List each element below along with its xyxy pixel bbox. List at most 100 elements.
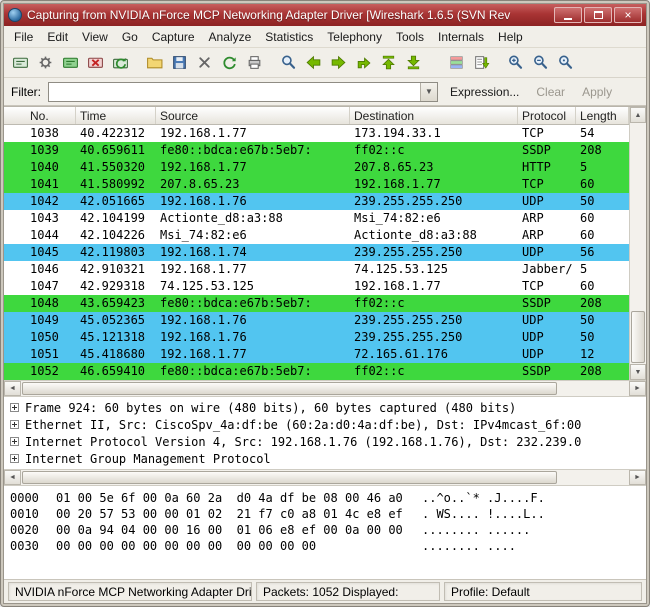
go-to-top-button[interactable]	[377, 51, 400, 74]
menu-item-internals[interactable]: Internals	[431, 27, 491, 47]
zoom-out-icon	[534, 55, 548, 69]
go-forward-button[interactable]	[327, 51, 350, 74]
vertical-scrollbar[interactable]: ▲ ▼	[629, 107, 646, 380]
packet-row-1046[interactable]: 1046 42.910321 192.168.1.77 74.125.53.125 Ja…	[4, 261, 629, 278]
hex-ascii: ..^o..`* .J....F.	[422, 491, 545, 505]
cell-source: Actionte_d8:a3:88	[160, 211, 283, 225]
hscroll-track[interactable]	[21, 381, 629, 396]
menu-item-telephony[interactable]: Telephony	[320, 27, 389, 47]
print-button[interactable]	[243, 51, 266, 74]
list-interfaces-button[interactable]	[9, 51, 32, 74]
menu-item-go[interactable]: Go	[115, 27, 145, 47]
menu-item-help[interactable]: Help	[491, 27, 530, 47]
vertical-scroll-thumb[interactable]	[631, 311, 645, 363]
details-hscrollbar[interactable]: ◄ ►	[4, 469, 646, 486]
filter-input[interactable]	[49, 82, 420, 101]
capture-start-button[interactable]	[59, 51, 82, 74]
zoom-100-button[interactable]	[554, 51, 577, 74]
auto-scroll-icon	[475, 56, 490, 69]
clear-button[interactable]: Clear	[531, 82, 570, 102]
hex-line-0010[interactable]: 0010 00 20 57 53 00 00 01 02 21 f7 c0 a8 …	[10, 507, 640, 523]
hscroll-thumb[interactable]	[22, 382, 558, 395]
packet-row-1044[interactable]: 1044 42.104226 Msi_74:82:e6 Actionte_d8:a3:…	[4, 227, 629, 244]
reload-button[interactable]	[218, 51, 241, 74]
cell-destination: Msi_74:82:e6	[354, 211, 441, 225]
menu-item-statistics[interactable]: Statistics	[258, 27, 320, 47]
menu-item-edit[interactable]: Edit	[40, 27, 75, 47]
cell-source: fe80::bdca:e67b:5eb7:	[160, 364, 312, 378]
menu-item-file[interactable]: File	[7, 27, 40, 47]
cell-protocol: UDP	[522, 313, 544, 327]
detail-line[interactable]: Internet Protocol Version 4, Src: 192.16…	[8, 433, 642, 450]
details-hscroll-thumb[interactable]	[22, 471, 558, 484]
details-scroll-right-button[interactable]: ►	[629, 470, 646, 485]
column-header-no[interactable]: No.	[4, 107, 76, 124]
hex-line-0000[interactable]: 0000 01 00 5e 6f 00 0a 60 2a d0 4a df be …	[10, 491, 640, 507]
menu-item-analyze[interactable]: Analyze	[202, 27, 259, 47]
expression-button[interactable]: Expression...	[445, 82, 524, 102]
hex-line-0020[interactable]: 0020 00 0a 94 04 00 00 16 00 01 06 e8 ef …	[10, 523, 640, 539]
column-header-length[interactable]: Length	[576, 107, 629, 124]
go-to-packet-button[interactable]	[352, 51, 375, 74]
column-header-protocol[interactable]: Protocol	[518, 107, 576, 124]
open-file-button[interactable]	[143, 51, 166, 74]
filter-dropdown-button[interactable]: ▼	[420, 82, 437, 101]
menu-item-tools[interactable]: Tools	[389, 27, 431, 47]
details-scroll-left-button[interactable]: ◄	[4, 470, 21, 485]
detail-line[interactable]: Frame 924: 60 bytes on wire (480 bits), …	[8, 399, 642, 416]
packet-row-1040[interactable]: 1040 41.550320 192.168.1.77 207.8.65.23 HTTP…	[4, 159, 629, 176]
save-file-button[interactable]	[168, 51, 191, 74]
column-header-source[interactable]: Source	[156, 107, 350, 124]
packet-row-1050[interactable]: 1050 45.121318 192.168.1.76 239.255.255.250…	[4, 329, 629, 346]
colorize-icon	[450, 56, 463, 69]
packet-row-1049[interactable]: 1049 45.052365 192.168.1.76 239.255.255.250…	[4, 312, 629, 329]
detail-line[interactable]: Internet Group Management Protocol	[8, 450, 642, 467]
minimize-button[interactable]	[554, 7, 582, 23]
go-to-bottom-button[interactable]	[402, 51, 425, 74]
close-file-button[interactable]	[193, 51, 216, 74]
detail-line[interactable]: Ethernet II, Src: CiscoSpv_4a:df:be (60:…	[8, 416, 642, 433]
menu-item-capture[interactable]: Capture	[145, 27, 202, 47]
scroll-right-button[interactable]: ►	[629, 381, 646, 396]
find-packet-button[interactable]	[277, 51, 300, 74]
packet-row-1038[interactable]: 1038 40.422312 192.168.1.77 173.194.33.1 TCP…	[4, 125, 629, 142]
packet-row-1043[interactable]: 1043 42.104199 Actionte_d8:a3:88 Msi_74:82:…	[4, 210, 629, 227]
cell-source: 192.168.1.76	[160, 194, 247, 208]
packet-list-hscrollbar[interactable]: ◄ ►	[4, 380, 646, 397]
maximize-button[interactable]	[584, 7, 612, 23]
cell-destination: 239.255.255.250	[354, 330, 463, 344]
column-header-destination[interactable]: Destination	[350, 107, 518, 124]
packet-row-1041[interactable]: 1041 41.580992 207.8.65.23 192.168.1.77 TCP 6…	[4, 176, 629, 193]
packet-row-1042[interactable]: 1042 42.051665 192.168.1.76 239.255.255.250…	[4, 193, 629, 210]
capture-stop-button[interactable]	[84, 51, 107, 74]
go-back-button[interactable]	[302, 51, 325, 74]
details-hscroll-track[interactable]	[21, 470, 629, 485]
scroll-down-button[interactable]: ▼	[630, 364, 646, 380]
hex-line-0030[interactable]: 0030 00 00 00 00 00 00 00 00 00 00 00 00.…	[10, 539, 640, 555]
zoom-in-button[interactable]	[504, 51, 527, 74]
scroll-left-button[interactable]: ◄	[4, 381, 21, 396]
close-button[interactable]: ×	[614, 7, 642, 23]
expand-plus-icon[interactable]	[10, 420, 19, 429]
colorize-button[interactable]	[445, 51, 468, 74]
packet-row-1051[interactable]: 1051 45.418680 192.168.1.77 72.165.61.176 UD…	[4, 346, 629, 363]
title-bar[interactable]: Capturing from NVIDIA nForce MCP Network…	[4, 4, 646, 26]
expand-plus-icon[interactable]	[10, 454, 19, 463]
vertical-scroll-track[interactable]	[630, 123, 646, 364]
packet-row-1039[interactable]: 1039 40.659611 fe80::bdca:e67b:5eb7: ff02::…	[4, 142, 629, 159]
zoom-out-button[interactable]	[529, 51, 552, 74]
capture-restart-button[interactable]	[109, 51, 132, 74]
packet-row-1047[interactable]: 1047 42.929318 74.125.53.125 192.168.1.77 TC…	[4, 278, 629, 295]
expand-plus-icon[interactable]	[10, 403, 19, 412]
packet-row-1045[interactable]: 1045 42.119803 192.168.1.74 239.255.255.250…	[4, 244, 629, 261]
packet-row-1048[interactable]: 1048 43.659423 fe80::bdca:e67b:5eb7: ff02::…	[4, 295, 629, 312]
apply-button[interactable]: Apply	[577, 82, 617, 102]
cell-length: 5	[580, 262, 588, 276]
packet-row-1052[interactable]: 1052 46.659410 fe80::bdca:e67b:5eb7: ff02::…	[4, 363, 629, 380]
column-header-time[interactable]: Time	[76, 107, 156, 124]
menu-item-view[interactable]: View	[75, 27, 115, 47]
scroll-up-button[interactable]: ▲	[630, 107, 646, 123]
auto-scroll-button[interactable]	[470, 51, 493, 74]
capture-options-button[interactable]	[34, 51, 57, 74]
expand-plus-icon[interactable]	[10, 437, 19, 446]
